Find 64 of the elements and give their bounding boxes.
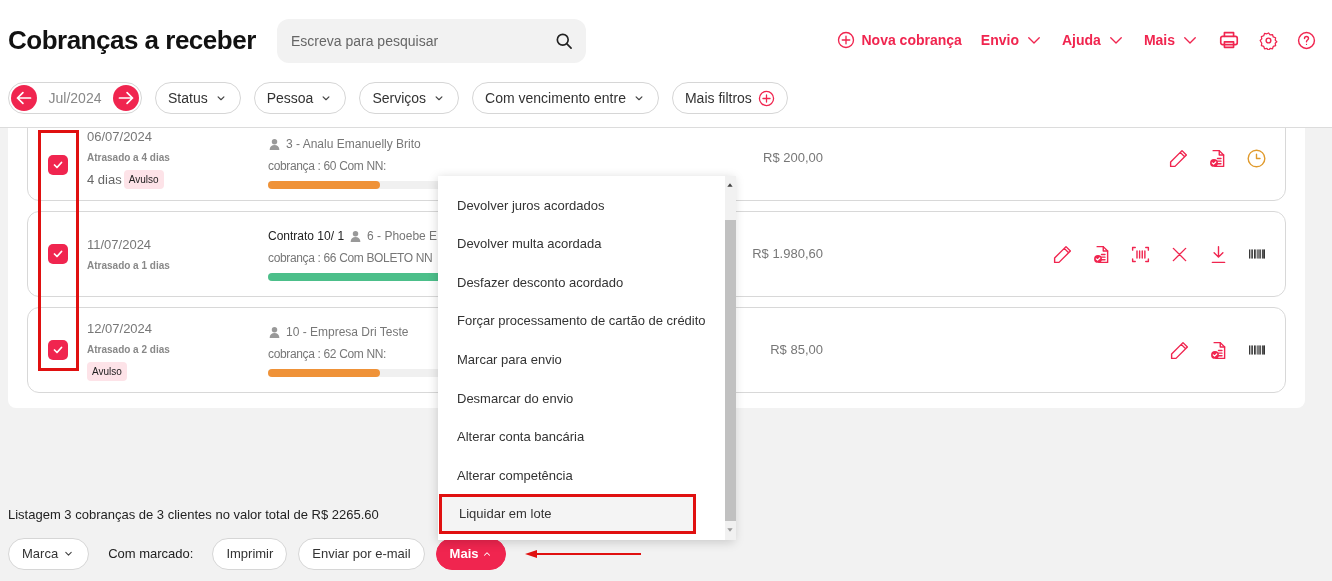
- clock-icon[interactable]: [1246, 147, 1267, 169]
- nav-dropdown[interactable]: Ajuda: [1062, 29, 1125, 51]
- amount: R$ 200,00: [763, 149, 823, 168]
- action-button[interactable]: Imprimir: [212, 537, 288, 570]
- late-label: Atrasado a 1 dias: [87, 259, 171, 274]
- add-icon: [837, 31, 856, 49]
- menu-item[interactable]: Alterar conta bancária: [438, 417, 725, 457]
- pencil-icon[interactable]: [1169, 339, 1190, 361]
- row-checkbox[interactable]: [47, 244, 68, 264]
- contract-label: Contrato 10/ 1: [268, 228, 345, 245]
- scroll-up-icon[interactable]: [726, 181, 735, 189]
- person-icon: [268, 137, 281, 151]
- scrollbar-thumb[interactable]: [724, 220, 736, 521]
- help-icon[interactable]: [1297, 30, 1316, 50]
- due-date: 11/07/2024: [87, 235, 153, 254]
- client-name: 6 - Phoebe E: [367, 228, 438, 245]
- menu-item[interactable]: Alterar competência: [438, 456, 725, 495]
- settings-icon[interactable]: [1259, 30, 1278, 50]
- new-charge-button[interactable]: Nova cobrança: [837, 29, 962, 51]
- marked-label: Com marcado:: [108, 544, 194, 563]
- arrow-right-icon[interactable]: [113, 85, 139, 111]
- menu-item[interactable]: Marcar para envio: [438, 340, 725, 379]
- client-name: 10 - Empresa Dri Teste: [286, 324, 409, 341]
- late-label: Atrasado a 4 dias: [87, 151, 171, 165]
- mark-dropdown[interactable]: Marca: [8, 537, 90, 570]
- scroll-down-icon[interactable]: [726, 526, 735, 534]
- nav-dropdown[interactable]: Mais: [1143, 29, 1199, 51]
- amount: R$ 1.980,60: [752, 245, 823, 264]
- charge-info: cobrança : 62 Com NN:: [268, 346, 387, 363]
- due-date: 12/07/2024: [87, 319, 154, 338]
- late-label: Atrasado a 2 dias: [87, 343, 171, 358]
- summary-text: Listagem 3 cobranças de 3 clientes no valor total de R$ 2265.60: [8, 506, 379, 524]
- printer-icon[interactable]: [1218, 29, 1240, 51]
- menu-item[interactable]: Devolver multa acordada: [438, 224, 725, 264]
- client-name: 3 - Analu Emanuelly Brito: [286, 136, 421, 153]
- menu-item[interactable]: Desmarcar do envio: [438, 378, 725, 418]
- row-checkbox[interactable]: [47, 155, 68, 175]
- arrow-left-icon[interactable]: [11, 85, 37, 111]
- tag: Avulso: [123, 170, 164, 190]
- menu-item[interactable]: Liquidar em lote: [440, 494, 695, 534]
- scrollbar[interactable]: [724, 176, 736, 540]
- period-selector[interactable]: Jul/2024: [8, 82, 142, 114]
- row-checkbox[interactable]: [47, 340, 68, 360]
- page-title: Cobranças a receber: [8, 23, 257, 57]
- check-icon: [51, 248, 64, 260]
- pencil-icon[interactable]: [1052, 243, 1073, 265]
- amount: R$ 85,00: [770, 341, 823, 360]
- menu-item[interactable]: Devolver juros acordados: [438, 186, 725, 225]
- person-icon: [268, 325, 281, 339]
- action-button[interactable]: Enviar por e-mail: [298, 537, 425, 570]
- nav-dropdown[interactable]: Envio: [980, 29, 1043, 51]
- menu-item[interactable]: Forçar processamento de cartão de crédito: [438, 301, 725, 341]
- menu-item[interactable]: Desfazer desconto acordado: [438, 263, 725, 302]
- charge-info: cobrança : 66 Com BOLETO NN: [268, 250, 433, 267]
- due-date: 06/07/2024: [87, 128, 154, 146]
- charge-info: cobrança : 60 Com NN:: [268, 158, 387, 175]
- add-icon: [757, 89, 775, 107]
- person-icon: [349, 229, 363, 243]
- tag: Avulso: [87, 362, 127, 382]
- check-icon: [51, 344, 64, 356]
- search-field[interactable]: Escreva para pesquisar: [277, 18, 586, 63]
- pencil-icon[interactable]: [1168, 147, 1189, 169]
- check-icon: [51, 159, 64, 171]
- days-label: 4 dias: [87, 171, 122, 189]
